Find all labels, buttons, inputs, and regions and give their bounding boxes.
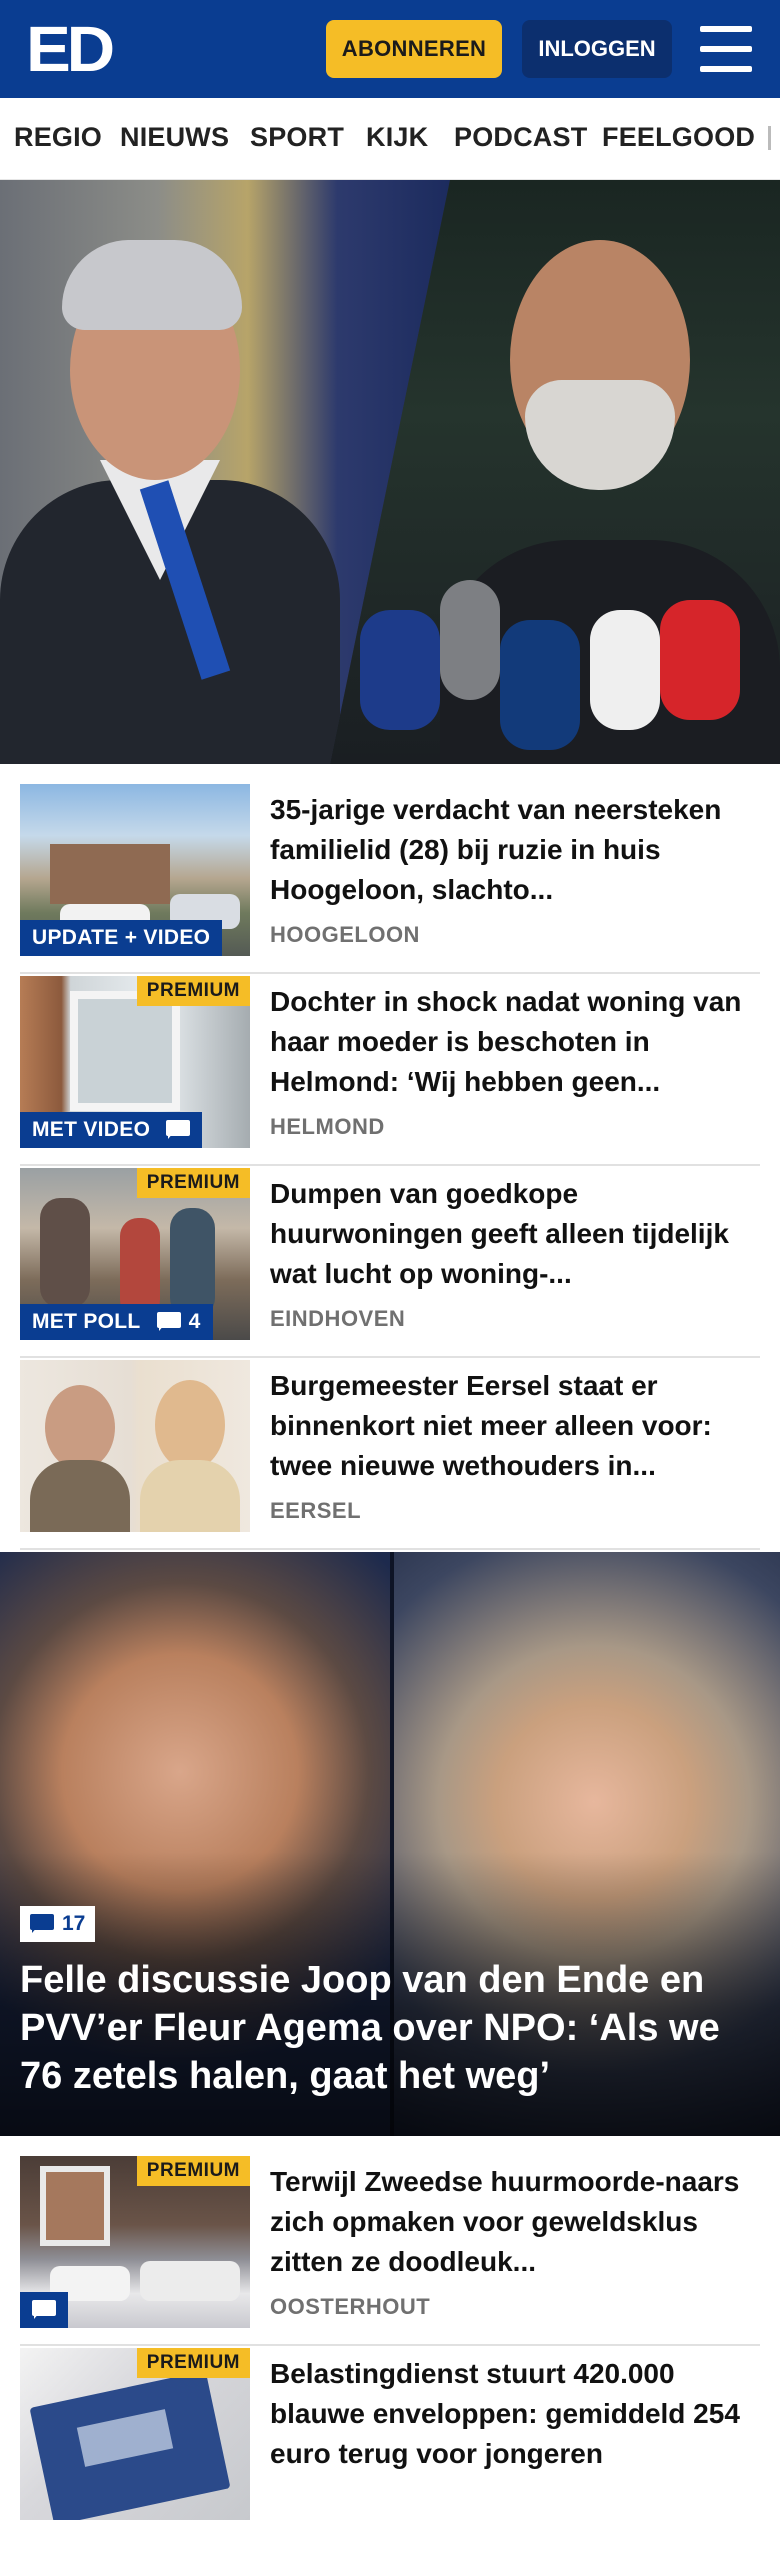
article-location: HOOGELOON	[270, 922, 420, 947]
top-bar: ED ABONNEREN INLOGGEN	[0, 0, 780, 98]
menu-icon[interactable]	[700, 26, 752, 72]
article-title[interactable]: Belastingdienst stuurt 420.000 blauwe en…	[270, 2354, 750, 2474]
article-location: OOSTERHOUT	[270, 2294, 431, 2319]
article-card[interactable]: PREMIUM Terwijl Zweedse huurmoorde-naars…	[20, 2156, 760, 2346]
article-thumbnail	[20, 1360, 250, 1532]
article-thumbnail: UPDATE + VIDEO	[20, 784, 250, 956]
article-location: EERSEL	[270, 1498, 362, 1523]
premium-label: PREMIUM	[136, 2348, 250, 2378]
premium-label: PREMIUM	[136, 976, 250, 1006]
article-card[interactable]: Burgemeester Eersel staat er binnenkort …	[20, 1360, 760, 1550]
comment-count[interactable]: 17	[20, 1906, 96, 1942]
article-title[interactable]: Terwijl Zweedse huurmoorde-naars zich op…	[270, 2162, 750, 2282]
article-location: HELMOND	[270, 1114, 385, 1139]
article-card[interactable]: PREMIUM MET VIDEO Dochter in shock nadat…	[20, 976, 760, 1166]
nav-item-kijk[interactable]: KIJK	[366, 122, 428, 153]
section-nav: REGIO NIEUWS SPORT KIJK PODCAST FEELGOOD	[0, 98, 780, 180]
feature-title[interactable]: Felle discussie Joop van den Ende en PVV…	[20, 1956, 760, 2100]
nav-item-nieuws[interactable]: NIEUWS	[120, 122, 229, 153]
premium-label: PREMIUM	[136, 2156, 250, 2186]
article-thumbnail: PREMIUM	[20, 2156, 250, 2328]
article-title[interactable]: 35-jarige verdacht van neersteken famili…	[270, 790, 750, 910]
nav-item-sport[interactable]: SPORT	[250, 122, 344, 153]
comment-count: 4	[156, 1310, 201, 1334]
article-title[interactable]: Dumpen van goedkope huurwoningen geeft a…	[270, 1174, 750, 1294]
article-card[interactable]: PREMIUM Belastingdienst stuurt 420.000 b…	[20, 2348, 760, 2538]
nav-item-regio[interactable]: REGIO	[14, 122, 102, 153]
comment-icon	[30, 1914, 54, 1934]
article-title[interactable]: Burgemeester Eersel staat er binnenkort …	[270, 1366, 750, 1486]
comment-icon	[166, 1120, 191, 1140]
article-badge: MET POLL 4	[20, 1304, 213, 1340]
article-title[interactable]: Dochter in shock nadat woning van haar m…	[270, 982, 750, 1102]
hero-image[interactable]	[0, 180, 780, 764]
featured-article[interactable]: 17 Felle discussie Joop van den Ende en …	[0, 1552, 780, 2136]
nav-item-podcast[interactable]: PODCAST	[454, 122, 587, 153]
premium-label: PREMIUM	[136, 1168, 250, 1198]
login-button[interactable]: INLOGGEN	[522, 20, 672, 78]
article-badge: MET VIDEO	[20, 1112, 203, 1148]
article-location: EINDHOVEN	[270, 1306, 406, 1331]
article-card[interactable]: PREMIUM MET POLL 4 Dumpen van goedkope h…	[20, 1168, 760, 1358]
article-thumbnail: PREMIUM MET POLL 4	[20, 1168, 250, 1340]
article-badge: UPDATE + VIDEO	[20, 920, 223, 956]
article-card[interactable]: UPDATE + VIDEO 35-jarige verdacht van ne…	[20, 784, 760, 974]
comment-icon	[20, 2292, 68, 2328]
comment-icon	[156, 1312, 181, 1332]
article-thumbnail: PREMIUM	[20, 2348, 250, 2520]
nav-item-feelgood[interactable]: FEELGOOD	[602, 122, 755, 153]
site-logo[interactable]: ED	[26, 13, 115, 85]
nav-overflow-indicator	[768, 126, 771, 150]
article-thumbnail: PREMIUM MET VIDEO	[20, 976, 250, 1148]
subscribe-button[interactable]: ABONNEREN	[326, 20, 502, 78]
